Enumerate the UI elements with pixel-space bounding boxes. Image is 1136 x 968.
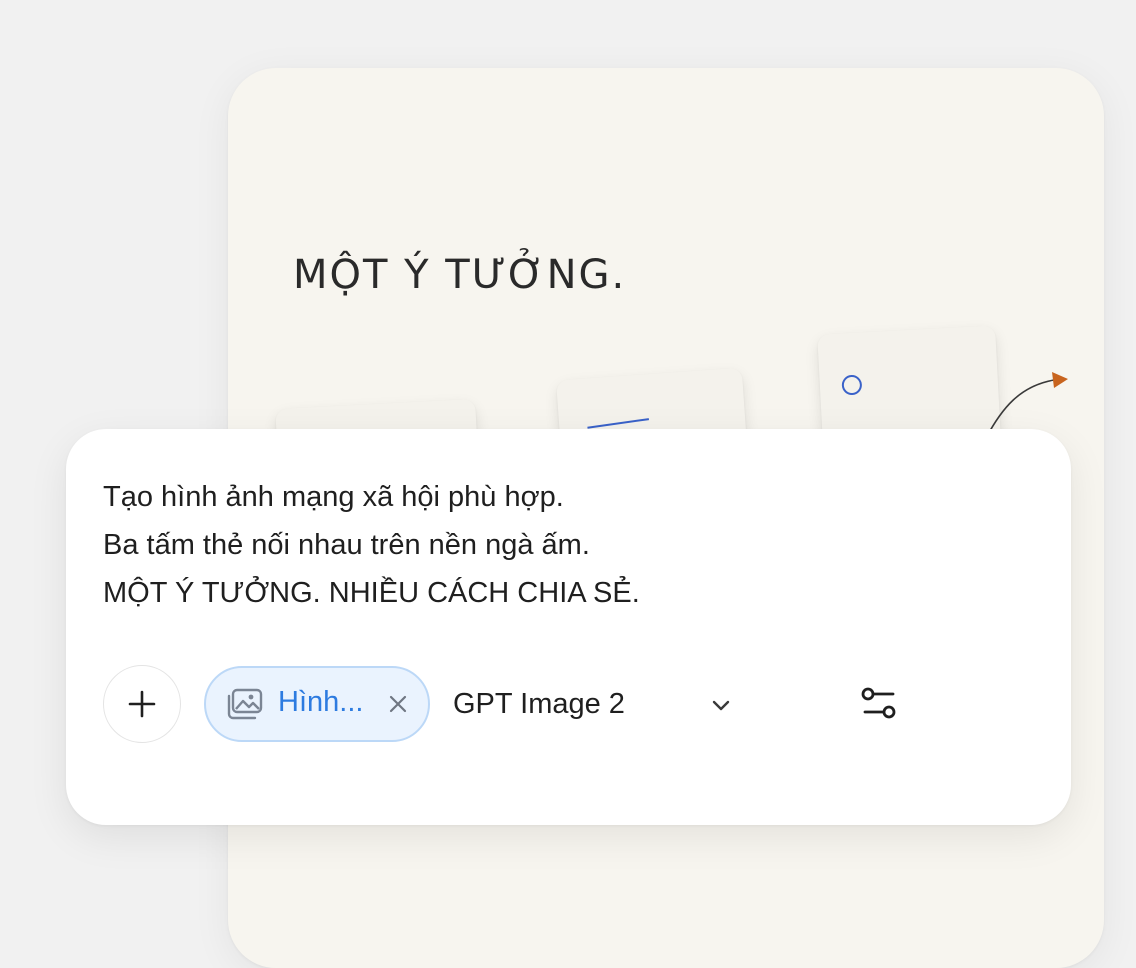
prompt-line-1: Tạo hình ảnh mạng xã hội phù hợp. — [103, 481, 564, 513]
prompt-input[interactable]: Tạo hình ảnh mạng xã hội phù hợp. Ba tấm… — [103, 473, 983, 617]
add-attachment-button[interactable] — [103, 665, 181, 743]
chevron-down-icon — [712, 700, 730, 711]
prompt-line-2: Ba tấm thẻ nối nhau trên nền ngà ấm. — [103, 529, 590, 561]
composer-toolbar: Hình... GPT Image 2 — [103, 665, 1003, 745]
sliders-icon[interactable] — [859, 684, 899, 724]
model-selector-label: GPT Image 2 — [453, 687, 625, 720]
mini-card-line — [587, 418, 650, 429]
plus-icon — [128, 690, 156, 718]
mini-card-circle — [841, 374, 863, 396]
image-mode-chip[interactable]: Hình... — [204, 666, 430, 742]
prompt-composer: Tạo hình ảnh mạng xã hội phù hợp. Ba tấm… — [66, 429, 1071, 825]
preview-headline: MỘT Ý TƯỞNG. — [293, 252, 627, 298]
image-icon — [227, 688, 263, 720]
image-mode-chip-label: Hình... — [278, 686, 364, 718]
close-icon[interactable] — [386, 692, 410, 716]
prompt-line-3: MỘT Ý TƯỞNG. NHIỀU CÁCH CHIA SẺ. — [103, 577, 640, 609]
model-selector[interactable]: GPT Image 2 — [453, 665, 730, 743]
